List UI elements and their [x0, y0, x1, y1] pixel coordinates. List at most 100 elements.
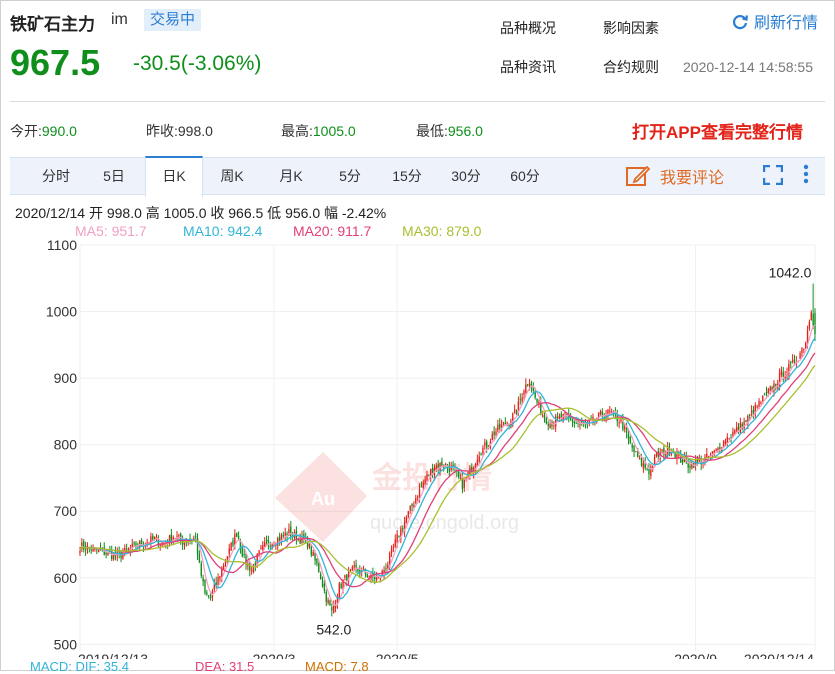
candle-body	[204, 579, 206, 594]
candle-body	[308, 543, 311, 547]
candle-body	[543, 415, 546, 419]
candle-body	[426, 474, 428, 480]
candle-body	[344, 575, 346, 578]
candle-body	[648, 469, 650, 475]
tab-15min[interactable]: 15分	[381, 158, 433, 194]
candle-body	[760, 402, 762, 404]
candle-body	[353, 565, 355, 568]
candle-body	[405, 517, 408, 523]
candle-body	[463, 478, 465, 488]
candle-body	[79, 550, 81, 554]
candle-body	[200, 563, 202, 576]
candle-body	[437, 463, 439, 469]
candle-body	[290, 526, 292, 537]
more-vertical-icon[interactable]	[802, 164, 810, 184]
candle-body	[814, 312, 816, 334]
stat-open-value: 990.0	[41, 123, 77, 139]
candle-body	[556, 416, 559, 418]
candle-body	[599, 411, 602, 414]
candle-body	[219, 576, 221, 579]
fullscreen-icon[interactable]	[763, 165, 783, 185]
candle-body	[318, 563, 320, 572]
candle-body	[178, 535, 180, 537]
tab-5min[interactable]: 5分	[324, 158, 376, 194]
candle-body	[527, 384, 529, 386]
stat-open-label: 今开:	[10, 123, 42, 139]
candle-body	[523, 390, 525, 395]
last-price: 967.5	[10, 42, 101, 83]
link-rules[interactable]: 合约规则	[603, 57, 659, 77]
tab-monthly-k[interactable]: 月K	[265, 158, 317, 194]
candle-body	[310, 546, 313, 555]
refresh-button[interactable]: 刷新行情	[731, 9, 818, 33]
divider	[10, 101, 825, 102]
x-tick-label: 2019/12/13	[78, 651, 148, 659]
candle-body	[547, 424, 549, 426]
candle-body	[202, 578, 204, 582]
candle-body	[387, 564, 389, 568]
candle-body	[208, 595, 210, 597]
candle-body	[209, 596, 212, 598]
tab-intraday[interactable]: 分时	[30, 158, 82, 194]
candle-body	[538, 401, 540, 404]
candle-body	[333, 606, 335, 613]
candle-body	[728, 438, 730, 440]
comment-button[interactable]: 我要评论	[626, 164, 724, 188]
candle-body	[491, 434, 493, 441]
candle-body	[689, 465, 691, 468]
candle-body	[366, 574, 368, 577]
watermark-logo-text: Au	[311, 489, 335, 509]
daily-k-chart[interactable]: 500 600 700 800 900 1000 1100 2019/12/13 2020/3 2…	[0, 238, 835, 659]
tab-5day[interactable]: 5日	[90, 158, 138, 194]
y-tick-label: 1000	[46, 304, 77, 320]
tab-30min[interactable]: 30分	[440, 158, 492, 194]
link-factors[interactable]: 影响因素	[603, 18, 659, 38]
candle-body	[254, 563, 257, 566]
candle-body	[409, 505, 411, 511]
candle-body	[715, 449, 717, 452]
ma10-legend: MA10: 942.4	[183, 223, 263, 239]
link-news[interactable]: 品种资讯	[500, 57, 556, 77]
candle-body	[265, 539, 268, 541]
candle-body	[637, 451, 639, 458]
min-price-label: 542.0	[316, 621, 351, 637]
candle-body	[278, 536, 281, 541]
stat-prev-close: 昨收:998.0	[146, 121, 213, 141]
candle-body	[629, 436, 632, 443]
candle-body	[652, 466, 654, 468]
candle-body	[228, 548, 230, 554]
trading-status-badge: 交易中	[144, 9, 202, 31]
tab-60min[interactable]: 60分	[499, 158, 551, 194]
candle-body	[573, 421, 576, 424]
watermark-brand: 金投行情	[371, 461, 492, 496]
x-tick-label: 2020/3	[253, 651, 296, 659]
candle-body	[584, 424, 587, 426]
tab-daily-k[interactable]: 日K	[145, 156, 203, 197]
link-overview[interactable]: 品种概况	[500, 18, 556, 38]
candle-body	[459, 477, 462, 479]
candle-body	[329, 600, 331, 606]
candle-body	[198, 553, 201, 563]
candle-body	[420, 486, 423, 488]
candle-body	[411, 503, 413, 507]
candle-body	[331, 607, 333, 611]
candle-body	[258, 550, 260, 554]
tab-weekly-k[interactable]: 周K	[206, 158, 258, 194]
candle-body	[528, 383, 531, 386]
candle-body	[226, 556, 229, 560]
comment-label: 我要评论	[660, 170, 725, 187]
candle-body	[480, 453, 482, 456]
candle-body	[338, 583, 340, 600]
instrument-code: im	[111, 11, 128, 28]
candle-body	[443, 466, 445, 468]
candle-body	[681, 460, 684, 464]
open-app-link[interactable]: 打开APP查看完整行情	[632, 118, 803, 143]
ma20-legend: MA20: 911.7	[293, 223, 372, 239]
candle-body	[172, 537, 174, 540]
candle-body	[497, 424, 499, 431]
candle-body	[638, 457, 641, 459]
candle-body	[431, 467, 434, 474]
candle-body	[230, 542, 232, 551]
candle-body	[232, 540, 234, 546]
candle-body	[525, 384, 527, 393]
